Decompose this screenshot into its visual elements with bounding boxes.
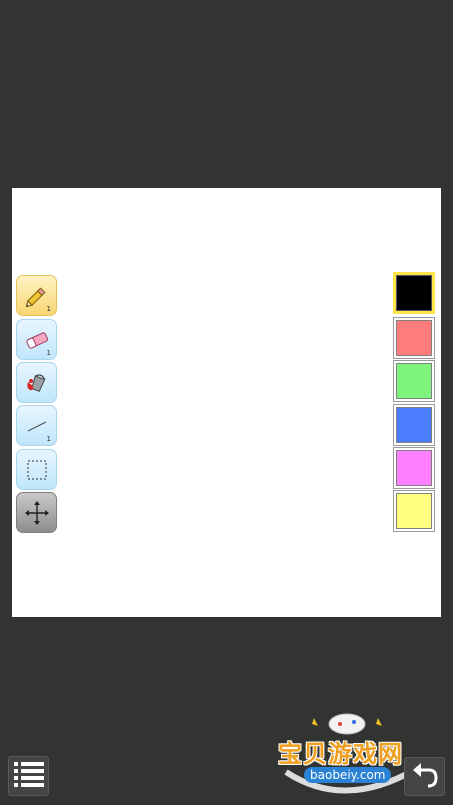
move-arrows-icon [23, 499, 51, 527]
pencil-size-label: 1 [46, 305, 51, 313]
line-tool-button[interactable]: 1 [16, 405, 57, 446]
color-swatch-green[interactable] [393, 360, 435, 402]
menu-button[interactable] [8, 756, 49, 796]
swatch-fill [396, 450, 432, 486]
eraser-tool-button[interactable]: 1 [16, 319, 57, 360]
selection-icon [23, 456, 51, 484]
color-swatch-blue[interactable] [393, 404, 435, 446]
select-tool-button[interactable] [16, 449, 57, 490]
color-swatch-black[interactable] [393, 272, 435, 314]
drawing-canvas[interactable] [12, 188, 441, 617]
swatch-fill [396, 407, 432, 443]
swatch-fill [396, 363, 432, 399]
watermark-logo: 宝贝游戏网 baobeiy.com [274, 710, 424, 805]
swatch-fill [396, 275, 432, 311]
color-swatch-yellow[interactable] [393, 490, 435, 532]
menu-list-icon [13, 759, 45, 793]
fill-tool-button[interactable] [16, 362, 57, 403]
watermark-title: 宝贝游戏网 [278, 740, 403, 768]
color-swatch-pink[interactable] [393, 447, 435, 489]
undo-icon [410, 760, 440, 794]
undo-button[interactable] [404, 757, 445, 796]
pencil-tool-button[interactable]: 1 [16, 275, 57, 316]
color-swatch-red[interactable] [393, 317, 435, 359]
line-size-label: 1 [46, 435, 51, 443]
move-tool-button[interactable] [16, 492, 57, 533]
paint-bucket-icon [23, 369, 51, 397]
swatch-fill [396, 320, 432, 356]
swatch-fill [396, 493, 432, 529]
watermark-site: baobeiy.com [304, 767, 392, 783]
eraser-size-label: 1 [46, 349, 51, 357]
